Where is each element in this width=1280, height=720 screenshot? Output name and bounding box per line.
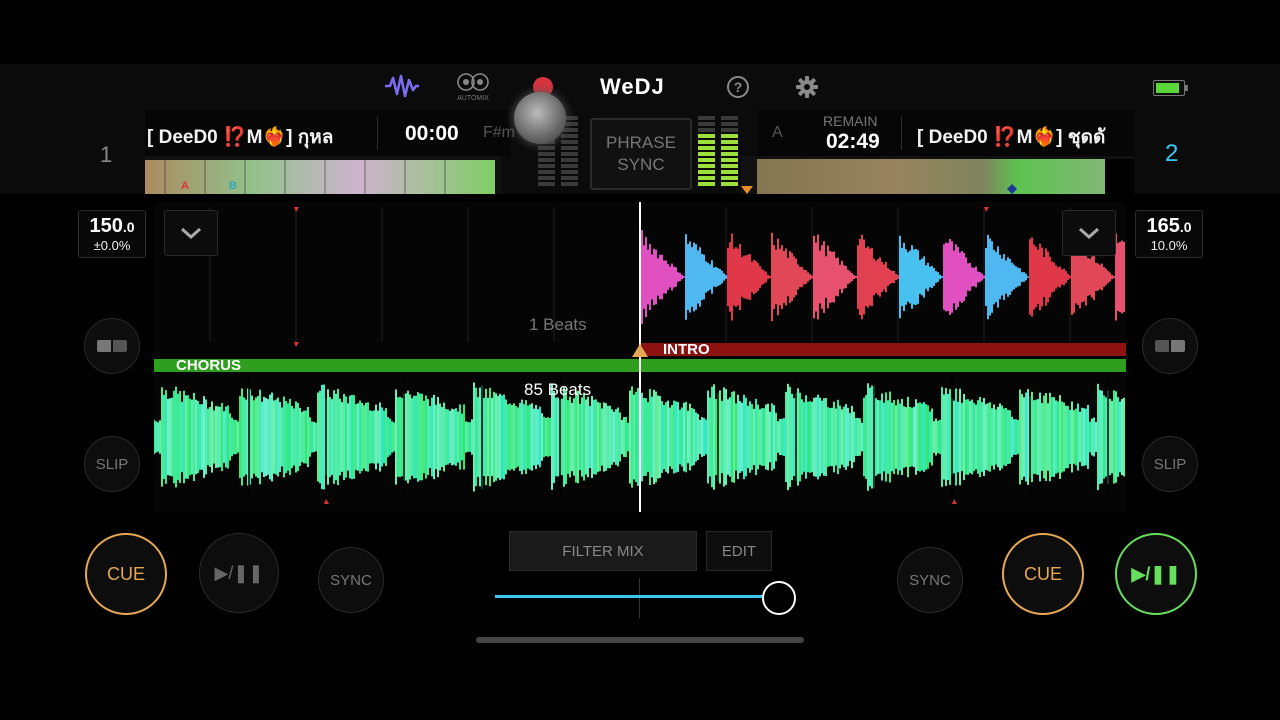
home-indicator <box>476 637 804 643</box>
phrase-sync-button[interactable]: PHRASE SYNC <box>590 118 692 190</box>
deck2-bpm: 165 <box>1146 215 1180 237</box>
help-icon[interactable]: ? <box>727 76 749 98</box>
chevron-down-icon <box>164 210 218 256</box>
deck2-bpm-display[interactable]: 165.0 10.0% <box>1135 210 1203 258</box>
deck2-number: 2 <box>1165 140 1179 167</box>
app-logo: WeDJ <box>600 74 665 99</box>
deck1-cue-button[interactable]: CUE <box>85 533 167 615</box>
deck1-bpm: 150 <box>89 215 123 237</box>
deck1-info[interactable]: [ DeeD0 ⁉️M❤️‍🔥] กุหล 00:00 F#m <box>145 110 515 156</box>
deck2-loop-button[interactable] <box>1142 318 1198 374</box>
crossfader-handle[interactable] <box>762 581 796 615</box>
phrase-sync-line1: PHRASE <box>606 133 676 152</box>
deck2-sync-button[interactable]: SYNC <box>897 547 963 613</box>
deck1-title: [ DeeD0 ⁉️M❤️‍🔥] กุหล <box>147 127 334 148</box>
deck1-key: F#m <box>483 124 515 141</box>
deck2-info[interactable]: A REMAIN 02:49 [ DeeD0 ⁉️M❤️‍🔥] ชุดดั <box>758 110 1134 156</box>
deck2-bpm-decimal: .0 <box>1179 219 1192 235</box>
deck2-remain-label: REMAIN <box>823 113 878 129</box>
loop-icon <box>97 340 127 352</box>
crossfader-track <box>495 595 785 598</box>
waveform-icon[interactable] <box>384 73 420 99</box>
deck1-hotcue-b: B <box>229 180 237 192</box>
deck1-time: 00:00 <box>405 122 459 145</box>
battery-icon <box>1153 80 1188 96</box>
deck2-title: [ DeeD0 ⁉️M❤️‍🔥] ชุดดั <box>917 127 1106 148</box>
deck1-loop-button[interactable] <box>84 318 140 374</box>
loop-icon <box>1155 340 1185 352</box>
phrase-sync-line2: SYNC <box>617 155 665 174</box>
deck1-sync-button[interactable]: SYNC <box>318 547 384 613</box>
automix-label: AUTOMIX <box>457 95 489 102</box>
deck2-time: 02:49 <box>826 130 880 153</box>
deck2-beat-countdown: 85 Beats <box>524 380 592 399</box>
deck1-phrase-label: CHORUS <box>176 357 242 374</box>
automix-icon[interactable]: AUTOMIX <box>452 72 494 104</box>
waveform-display[interactable]: 1 Beats INTRO CHORUS 85 Beats <box>154 202 1126 512</box>
deck2-pitch: 10.0% <box>1150 238 1188 253</box>
chevron-down-icon <box>1062 210 1116 256</box>
deck2-level-meter <box>698 116 738 186</box>
deck1-hotcue-a: A <box>181 180 189 192</box>
deck1-overview-waveform[interactable]: A B <box>145 156 501 194</box>
deck2-phrase-label: INTRO <box>663 341 710 358</box>
deck2-cue-button[interactable]: CUE <box>1002 533 1084 615</box>
deck1-number: 1 <box>100 142 113 167</box>
edit-button[interactable]: EDIT <box>706 531 772 571</box>
deck2-key: A <box>772 124 783 141</box>
deck1-pitch: ±0.0% <box>93 238 131 253</box>
master-volume-knob[interactable] <box>514 92 566 144</box>
filter-mix-button[interactable]: FILTER MIX <box>509 531 697 571</box>
deck2-slip-button[interactable]: SLIP <box>1142 436 1198 492</box>
deck1-chevron-button[interactable] <box>164 210 218 256</box>
deck1-bpm-display[interactable]: 150.0 ±0.0% <box>78 210 146 258</box>
deck2-play-pause-button[interactable]: ▶/❚❚ <box>1115 533 1197 615</box>
deck1-play-pause-button[interactable]: ▶/❚❚ <box>199 533 279 613</box>
deck1-bpm-decimal: .0 <box>122 219 135 235</box>
deck2-overview-waveform[interactable] <box>741 156 1134 194</box>
deck1-beat-countdown: 1 Beats <box>529 315 587 334</box>
play-pause-icon: ▶/❚❚ <box>1131 563 1181 584</box>
deck1-slip-button[interactable]: SLIP <box>84 436 140 492</box>
gear-icon[interactable] <box>795 75 819 99</box>
play-pause-icon: ▶/❚❚ <box>214 562 264 583</box>
deck2-chevron-button[interactable] <box>1062 210 1116 256</box>
crossfader[interactable] <box>495 578 796 618</box>
